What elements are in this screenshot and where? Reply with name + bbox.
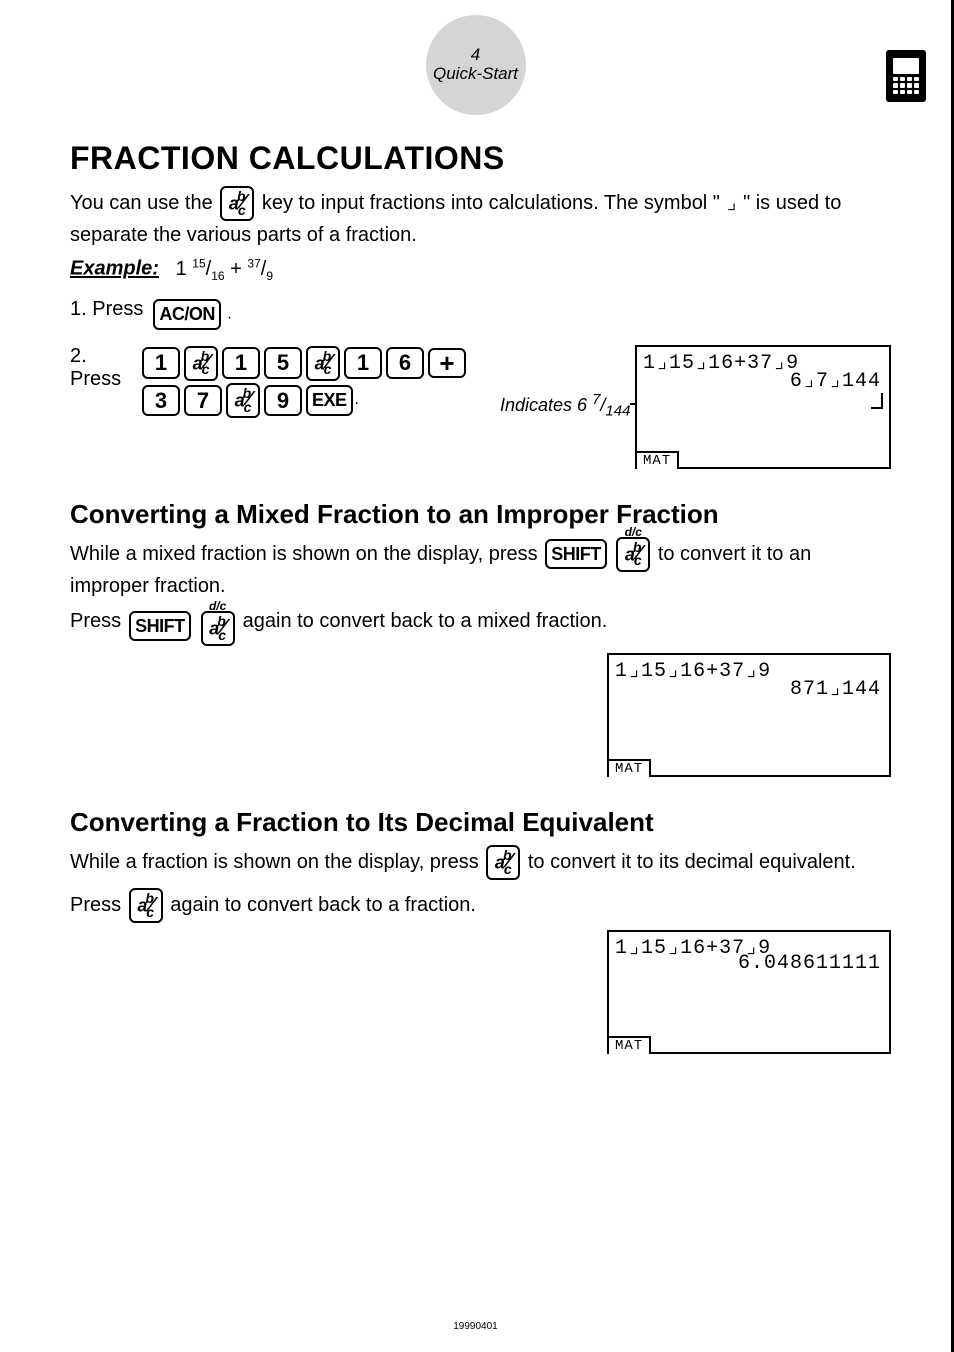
- subheading-mixed: Converting a Mixed Fraction to an Improp…: [70, 499, 891, 530]
- shift-key-icon: SHIFT: [129, 611, 191, 642]
- step-2-label: 2. Press: [70, 345, 140, 391]
- example-expression: 1 15/16 + 37/9: [176, 258, 273, 280]
- digit-3-key-icon: 3: [142, 385, 180, 417]
- decimal-paragraph-2: Press ab⁄c again to convert back to a fr…: [70, 887, 891, 924]
- abc-key-icon: ab⁄c: [220, 186, 254, 221]
- indicator: Indicates 6 7/144: [500, 391, 635, 420]
- ac-on-key-icon: AC/ON: [153, 299, 221, 330]
- calculator-display-3: 1⌟15⌟16+37⌟9 6.048611111 MAT: [607, 930, 891, 1054]
- intro-paragraph: You can use the ab⁄c key to input fracti…: [70, 185, 891, 249]
- display-result: 6⌟7⌟144: [790, 367, 881, 393]
- example-line: Example: 1 15/16 + 37/9: [70, 255, 891, 284]
- section-label: Quick-Start: [426, 65, 526, 84]
- decimal-paragraph-1: While a fraction is shown on the display…: [70, 844, 891, 881]
- mixed-paragraph-2: Press SHIFT ab⁄c again to convert back t…: [70, 610, 891, 647]
- example-label: Example:: [70, 258, 159, 280]
- subheading-decimal: Converting a Fraction to Its Decimal Equ…: [70, 807, 891, 838]
- display-result: 871⌟144: [790, 675, 881, 701]
- abc-dc-key-icon: ab⁄c: [201, 611, 235, 646]
- display-result: 6.048611111: [738, 952, 881, 975]
- page-title: FRACTION CALCULATIONS: [70, 140, 891, 177]
- display-tab: MAT: [607, 759, 651, 777]
- step-2-keys: 1 ab⁄c 1 5 ab⁄c 1 6 + 3 7 ab⁄c 9 EXE .: [140, 345, 500, 419]
- digit-6-key-icon: 6: [386, 347, 424, 379]
- abc-key-icon: ab⁄c: [184, 346, 218, 381]
- display-tab: MAT: [635, 451, 679, 469]
- abc-dc-key-icon: ab⁄c: [616, 537, 650, 572]
- header-badge: 4 Quick-Start: [426, 15, 526, 115]
- exe-key-icon: EXE: [306, 385, 353, 416]
- calculator-display-2: 1⌟15⌟16+37⌟9 871⌟144 MAT: [607, 653, 891, 777]
- digit-1-key-icon: 1: [142, 347, 180, 379]
- page: 4 Quick-Start FRACTION CALCULATIONS You …: [0, 0, 954, 1352]
- abc-key-icon: ab⁄c: [226, 383, 260, 418]
- fraction-separator-symbol: ⌟: [725, 190, 737, 214]
- indicator-text: Indicates 6 7/144: [500, 395, 630, 415]
- digit-1-key-icon: 1: [344, 347, 382, 379]
- step-1-label: 1. Press: [70, 298, 143, 321]
- calculator-icon: [886, 50, 926, 102]
- shift-key-icon: SHIFT: [545, 539, 607, 570]
- plus-key-icon: +: [428, 348, 466, 378]
- abc-key-icon: ab⁄c: [306, 346, 340, 381]
- step-1: 1. Press AC/ON .: [70, 298, 891, 331]
- calculator-display-1: 1⌟15⌟16+37⌟9 6⌟7⌟144 MAT: [635, 345, 891, 469]
- step-2: 2. Press 1 ab⁄c 1 5 ab⁄c 1 6 + 3 7 ab⁄c …: [70, 345, 891, 469]
- digit-7-key-icon: 7: [184, 385, 222, 417]
- mixed-paragraph-1: While a mixed fraction is shown on the d…: [70, 536, 891, 600]
- page-number: 4: [426, 46, 526, 65]
- display-input: 1⌟15⌟16+37⌟9: [643, 349, 799, 375]
- footer-code: 19990401: [453, 1321, 498, 1332]
- abc-key-icon: ab⁄c: [486, 845, 520, 880]
- display-input: 1⌟15⌟16+37⌟9: [615, 657, 771, 683]
- abc-key-icon: ab⁄c: [129, 888, 163, 923]
- digit-1-key-icon: 1: [222, 347, 260, 379]
- digit-5-key-icon: 5: [264, 347, 302, 379]
- display-tab: MAT: [607, 1036, 651, 1054]
- digit-9-key-icon: 9: [264, 385, 302, 417]
